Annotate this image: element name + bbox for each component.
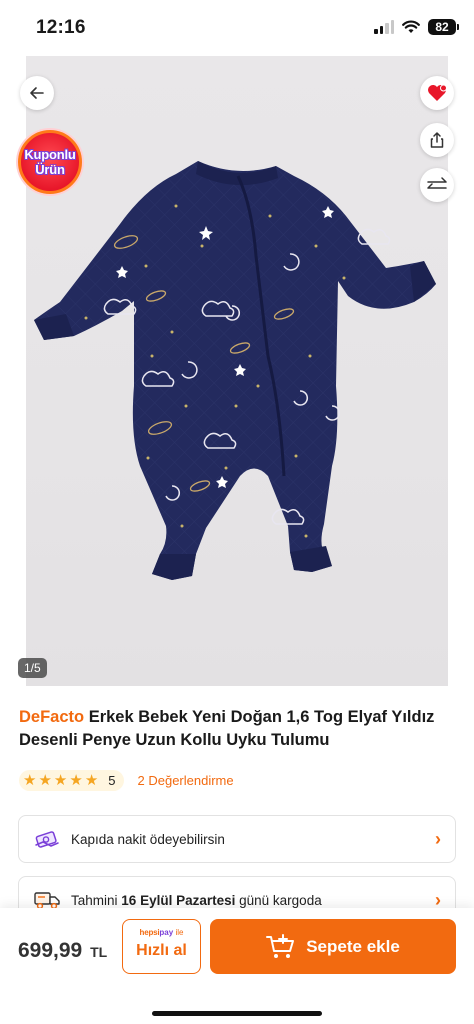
hepsipay-brand-hepsi: hepsi [139,928,160,937]
hepsipay-label: hepsipay ile [123,928,200,937]
bottom-action-bar: 699,99 TL hepsipay ile Hızlı al Sepete e… [0,908,474,1024]
brand-link[interactable]: DeFacto [19,708,84,726]
star-icon: ★ [69,771,83,789]
wifi-icon [402,20,420,33]
coupon-badge: Kuponlu Ürün [18,130,82,194]
price-value: 699,99 [18,939,83,962]
rating-pill: ★ ★ ★ ★ ★ 5 [19,769,124,791]
cash-on-delivery-card[interactable]: Kapıda nakit ödeyebilirsin › [18,815,456,863]
status-time: 12:16 [36,17,86,38]
share-button[interactable] [420,123,454,157]
product-image [34,161,436,580]
hepsipay-suffix: ile [175,928,184,937]
rating-score: 5 [108,772,116,788]
delivery-prefix: Tahmini [71,892,118,908]
quick-buy-button[interactable]: hepsipay ile Hızlı al [122,919,201,974]
quick-buy-label: Hızlı al [136,942,187,959]
hepsipay-brand-pay: pay [159,928,174,937]
chevron-right-icon: › [435,828,441,849]
image-page-indicator: 1/5 [18,658,47,678]
compare-arrows-icon [427,177,447,189]
arrow-left-icon [30,87,44,99]
home-indicator [152,1011,322,1016]
add-to-cart-button[interactable]: Sepete ekle [210,919,456,974]
product-title: DeFacto Erkek Bebek Yeni Doğan 1,6 Tog E… [19,706,459,752]
status-icons: 82 [374,19,459,35]
rating-row[interactable]: ★ ★ ★ ★ ★ 5 2 Değerlendirme [19,768,234,792]
coupon-badge-line2: Ürün [35,162,65,177]
star-icon: ★ [84,771,99,789]
coupon-badge-line1: Kuponlu [24,147,76,162]
share-icon [430,132,444,148]
product-gallery[interactable]: Kuponlu Ürün 1/5 [0,56,474,686]
delivery-date: 16 Eylül Pazartesi [121,892,236,908]
add-to-cart-label: Sepete ekle [306,936,400,956]
signal-icon [374,20,394,34]
compare-button[interactable] [420,168,454,202]
battery-indicator: 82 [428,19,459,35]
price-currency: TL [90,944,108,960]
cart-add-icon [266,933,295,958]
back-button[interactable] [20,76,54,110]
status-bar: 12:16 82 [0,0,474,56]
star-icon: ★ [23,771,37,789]
cash-icon [33,827,61,851]
delivery-suffix: günü kargoda [239,892,322,908]
heart-icon [428,84,447,101]
delivery-estimate-text: Tahmini 16 Eylül Pazartesi günü kargoda [71,893,435,908]
star-icon: ★ [53,771,68,789]
price: 699,99 TL [18,939,107,963]
star-icon: ★ [38,771,52,789]
favorite-button[interactable] [420,76,454,110]
reviews-link[interactable]: 2 Değerlendirme [138,773,234,788]
cash-on-delivery-text: Kapıda nakit ödeyebilirsin [71,831,225,847]
